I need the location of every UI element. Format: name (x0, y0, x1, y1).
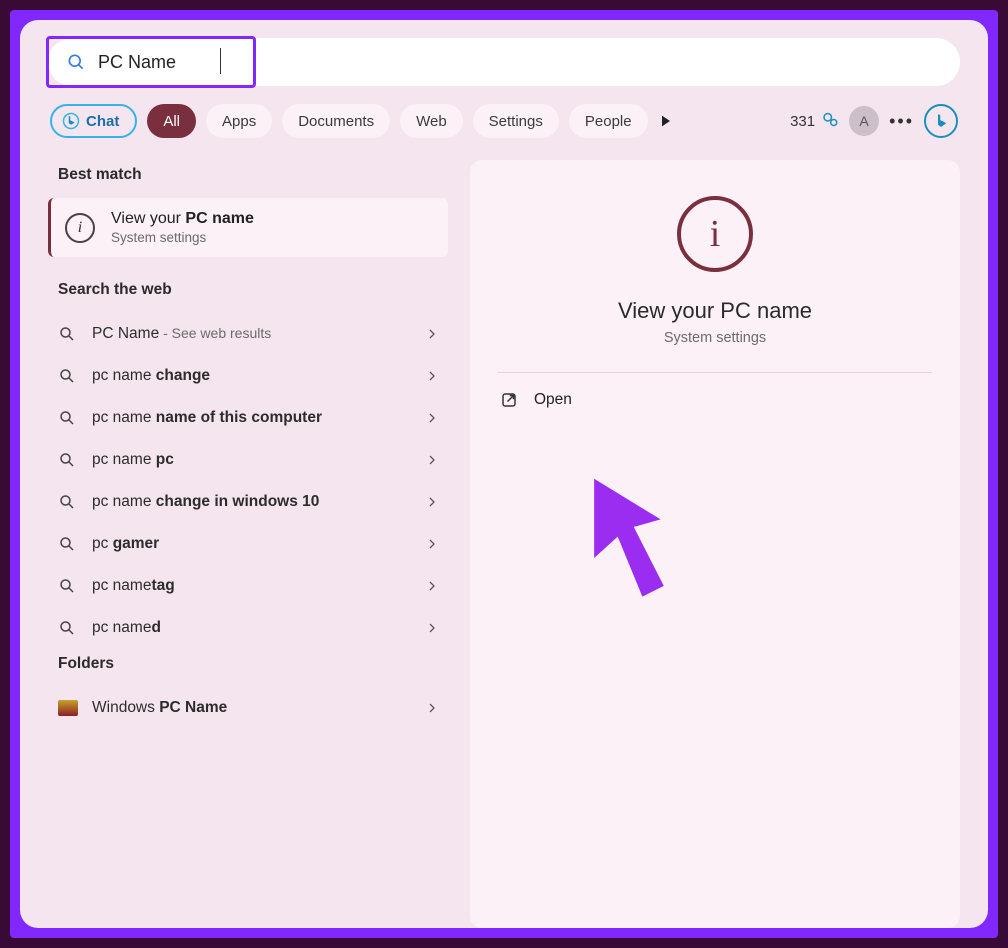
chevron-right-icon (426, 496, 438, 508)
filter-label: People (585, 113, 632, 130)
search-icon (58, 535, 76, 553)
search-icon (58, 619, 76, 637)
section-best-match: Best match (48, 160, 448, 198)
bing-icon (62, 112, 80, 130)
section-search-web: Search the web (48, 275, 448, 313)
search-icon (58, 367, 76, 385)
search-icon (58, 409, 76, 427)
result-label: Windows PC Name (92, 699, 426, 717)
bing-icon (932, 112, 950, 130)
filter-label: Settings (489, 113, 543, 130)
chevron-right-icon (426, 370, 438, 382)
best-match-subtitle: System settings (111, 230, 254, 245)
folder-result[interactable]: Windows PC Name (48, 687, 448, 729)
preview-title: View your PC name (618, 298, 812, 324)
chevron-right-icon (426, 622, 438, 634)
avatar-initial: A (859, 113, 868, 129)
filter-label: Apps (222, 113, 256, 130)
result-label: pc name change (92, 367, 426, 385)
reward-points: 331 (790, 113, 815, 130)
filter-web[interactable]: Web (400, 104, 463, 138)
open-icon (500, 391, 518, 409)
result-label: pc name change in windows 10 (92, 493, 426, 511)
filter-label: Documents (298, 113, 374, 130)
result-label: pc gamer (92, 535, 426, 553)
reward-icon (821, 112, 839, 130)
result-label: PC Name - See web results (92, 325, 426, 343)
result-label: pc name name of this computer (92, 409, 426, 427)
info-icon: i (65, 213, 95, 243)
filter-apps[interactable]: Apps (206, 104, 272, 138)
text-caret (220, 48, 221, 74)
search-icon (66, 52, 86, 72)
search-icon (58, 325, 76, 343)
next-icon[interactable] (658, 113, 674, 129)
open-button[interactable]: Open (498, 377, 932, 423)
chevron-right-icon (426, 702, 438, 714)
filter-documents[interactable]: Documents (282, 104, 390, 138)
web-result[interactable]: pc nametag (48, 565, 448, 607)
section-folders: Folders (48, 649, 448, 687)
web-result[interactable]: pc name pc (48, 439, 448, 481)
filter-all[interactable]: All (147, 104, 196, 138)
search-icon (58, 577, 76, 595)
preview-pane: i View your PC name System settings Open (470, 160, 960, 928)
chevron-right-icon (426, 328, 438, 340)
web-result[interactable]: pc named (48, 607, 448, 649)
best-match-result[interactable]: i View your PC name System settings (48, 198, 448, 257)
rewards-button[interactable]: 331 (790, 112, 839, 130)
preview-subtitle: System settings (664, 330, 766, 346)
chevron-right-icon (426, 538, 438, 550)
avatar[interactable]: A (849, 106, 879, 136)
more-icon[interactable]: ••• (889, 111, 914, 132)
results-pane: Best match i View your PC name System se… (48, 160, 448, 928)
filter-chat[interactable]: Chat (50, 104, 137, 138)
web-result[interactable]: pc gamer (48, 523, 448, 565)
chevron-right-icon (426, 580, 438, 592)
search-bar (48, 38, 960, 86)
search-icon (58, 493, 76, 511)
divider (498, 372, 932, 373)
folder-icon (58, 700, 78, 716)
result-label: pc name pc (92, 451, 426, 469)
search-input[interactable] (98, 52, 942, 73)
filter-row: Chat All Apps Documents Web Settings Peo… (48, 104, 960, 138)
filter-label: All (163, 113, 180, 130)
best-match-title: View your PC name (111, 210, 254, 228)
result-label: pc named (92, 619, 426, 637)
chevron-right-icon (426, 454, 438, 466)
filter-settings[interactable]: Settings (473, 104, 559, 138)
open-label: Open (534, 391, 572, 409)
info-icon: i (677, 196, 753, 272)
result-label: pc nametag (92, 577, 426, 595)
filter-people[interactable]: People (569, 104, 648, 138)
chevron-right-icon (426, 412, 438, 424)
search-icon (58, 451, 76, 469)
web-result[interactable]: PC Name - See web results (48, 313, 448, 355)
web-result[interactable]: pc name name of this computer (48, 397, 448, 439)
web-result[interactable]: pc name change (48, 355, 448, 397)
bing-button[interactable] (924, 104, 958, 138)
search-window: Chat All Apps Documents Web Settings Peo… (20, 20, 988, 928)
filter-label: Web (416, 113, 447, 130)
filter-label: Chat (86, 113, 119, 130)
web-result[interactable]: pc name change in windows 10 (48, 481, 448, 523)
